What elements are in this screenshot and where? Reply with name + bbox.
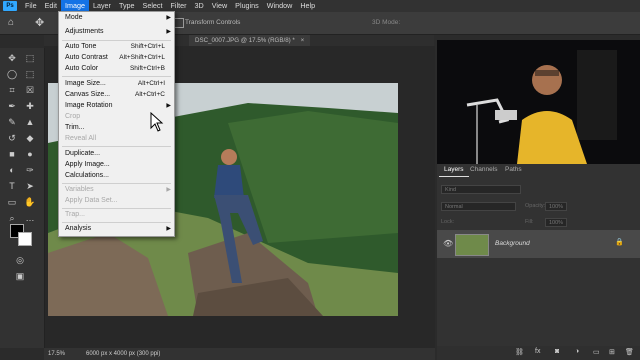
- rectangle-tool-icon[interactable]: ▭: [6, 196, 18, 208]
- photoshop-logo: Ps: [3, 1, 17, 11]
- healing-brush-icon[interactable]: ✚: [24, 100, 36, 112]
- adjustment-layer-icon[interactable]: ◑: [575, 348, 579, 355]
- visibility-eye-icon[interactable]: 👁: [443, 239, 453, 248]
- path-select-icon[interactable]: ➤: [24, 180, 36, 192]
- layers-panel: Layers Channels Paths Kind Normal Opacit…: [437, 164, 640, 360]
- layer-filter-kind[interactable]: Kind: [441, 185, 521, 194]
- lock-icon: 🔒: [615, 239, 624, 246]
- pen-tool-icon[interactable]: ✑: [24, 164, 36, 176]
- link-layers-icon[interactable]: ⛓: [515, 348, 524, 356]
- opacity-input[interactable]: 100%: [545, 202, 567, 211]
- zoom-level[interactable]: 17.5%: [48, 348, 65, 360]
- more-tools-icon[interactable]: …: [24, 212, 36, 224]
- menu-separator: [62, 208, 171, 209]
- fx-icon[interactable]: fx: [535, 348, 540, 355]
- layer-mask-icon[interactable]: ◙: [555, 348, 559, 355]
- menu-item-image-rotation[interactable]: Image Rotation ▶: [59, 101, 174, 112]
- blur-tool-icon[interactable]: ●: [24, 148, 36, 160]
- menu-separator: [62, 222, 171, 223]
- trash-icon[interactable]: 🗑: [625, 348, 634, 356]
- menu-file[interactable]: File: [21, 0, 41, 12]
- crop-tool-icon[interactable]: ⌗: [6, 84, 18, 96]
- menu-item-adjustments[interactable]: Adjustments ▶: [59, 27, 174, 38]
- menu-separator: [62, 146, 171, 147]
- menu-item-trap[interactable]: Trap...: [59, 210, 174, 221]
- menu-plugins[interactable]: Plugins: [231, 0, 263, 12]
- menu-item-auto-tone[interactable]: Auto Tone Shift+Ctrl+L: [59, 42, 174, 53]
- kind-label: Kind: [445, 187, 457, 193]
- menu-item-auto-color[interactable]: Auto Color Shift+Ctrl+B: [59, 64, 174, 75]
- fill-label: Fill:: [525, 219, 534, 225]
- presenter-video: [437, 40, 640, 164]
- menu-window[interactable]: Window: [263, 0, 297, 12]
- menu-separator: [62, 76, 171, 77]
- tab-channels[interactable]: Channels: [465, 164, 502, 176]
- tab-document[interactable]: DSC_0007.JPG @ 17.5% (RGB/8) * ×: [189, 35, 311, 46]
- menu-separator: [62, 40, 171, 41]
- move-tool-icon[interactable]: ✥: [35, 16, 44, 29]
- menu-item-apply-data-set[interactable]: Apply Data Set...: [59, 196, 174, 207]
- home-icon[interactable]: ⌂: [8, 17, 14, 28]
- artboard-tool-icon[interactable]: ⬚: [24, 52, 36, 64]
- menu-item-variables[interactable]: Variables ▶: [59, 185, 174, 196]
- gradient-tool-icon[interactable]: ■: [6, 148, 18, 160]
- menu-item-mode[interactable]: Mode ▶: [59, 13, 174, 24]
- stamp-tool-icon[interactable]: ▲: [24, 116, 36, 128]
- dodge-tool-icon[interactable]: ◐: [6, 164, 18, 176]
- type-tool-icon[interactable]: T: [6, 180, 18, 192]
- tools-panel: ✥ ⬚ ◯ ⬚ ⌗ ☒ ✒ ✚ ✎ ▲ ↺ ◆ ■ ● ◐ ✑ T ➤ ▭ ✋ …: [0, 48, 45, 348]
- frame-tool-icon[interactable]: ☒: [24, 84, 36, 96]
- zoom-tool-icon[interactable]: ⌕: [6, 212, 18, 224]
- menu-item-canvas-size[interactable]: Canvas Size... Alt+Ctrl+C: [59, 90, 174, 101]
- tab-label: DSC_0007.JPG @ 17.5% (RGB/8) *: [195, 37, 295, 44]
- new-layer-icon[interactable]: ⊞: [609, 348, 615, 356]
- mouse-cursor-icon: [150, 112, 164, 132]
- history-brush-icon[interactable]: ↺: [6, 132, 18, 144]
- menu-item-calculations[interactable]: Calculations...: [59, 171, 174, 182]
- lock-label: Lock:: [441, 219, 455, 225]
- menu-view[interactable]: View: [208, 0, 231, 12]
- fill-value: 100%: [549, 220, 564, 226]
- brush-tool-icon[interactable]: ✎: [6, 116, 18, 128]
- menu-item-auto-contrast[interactable]: Auto Contrast Alt+Shift+Ctrl+L: [59, 53, 174, 64]
- quick-mask-icon[interactable]: ◎: [14, 254, 26, 266]
- fill-input[interactable]: 100%: [545, 218, 567, 227]
- menu-separator: [62, 183, 171, 184]
- 3d-mode-label: 3D Mode:: [372, 19, 401, 26]
- status-bar: 17.5% 6000 px x 4000 px (300 ppi): [44, 348, 435, 360]
- tab-paths[interactable]: Paths: [500, 164, 527, 176]
- transform-controls-label: Transform Controls: [185, 19, 241, 26]
- show-transform-checkbox[interactable]: [174, 18, 184, 28]
- layer-row-background[interactable]: 👁 Background 🔒: [437, 230, 640, 258]
- eraser-tool-icon[interactable]: ◆: [24, 132, 36, 144]
- menu-3d[interactable]: 3D: [191, 0, 208, 12]
- close-icon[interactable]: ×: [301, 37, 305, 44]
- menu-help[interactable]: Help: [296, 0, 319, 12]
- opacity-value: 100%: [549, 204, 564, 210]
- menu-item-apply-image[interactable]: Apply Image...: [59, 160, 174, 171]
- layers-footer: ⛓ fx ◙ ◑ ▭ ⊞ 🗑: [437, 346, 640, 360]
- group-folder-icon[interactable]: ▭: [593, 348, 600, 356]
- document-info[interactable]: 6000 px x 4000 px (300 ppi): [86, 348, 160, 360]
- background-color-swatch[interactable]: [18, 232, 32, 246]
- blend-mode-select[interactable]: Normal: [441, 202, 516, 211]
- eyedropper-tool-icon[interactable]: ✒: [6, 100, 18, 112]
- lasso-tool-icon[interactable]: ◯: [6, 68, 18, 80]
- layer-thumbnail: [455, 234, 489, 256]
- blend-mode-value: Normal: [445, 204, 463, 210]
- webcam-overlay: [437, 40, 640, 164]
- screen-mode-icon[interactable]: ▣: [14, 270, 26, 282]
- hand-tool-icon[interactable]: ✋: [24, 196, 36, 208]
- move-tool-icon[interactable]: ✥: [6, 52, 18, 64]
- opacity-label: Opacity:: [525, 203, 546, 209]
- menu-item-analysis[interactable]: Analysis ▶: [59, 224, 174, 235]
- menu-item-duplicate[interactable]: Duplicate...: [59, 149, 174, 160]
- menu-item-reveal-all[interactable]: Reveal All: [59, 134, 174, 145]
- menu-item-image-size[interactable]: Image Size... Alt+Ctrl+I: [59, 79, 174, 90]
- layer-name[interactable]: Background: [495, 240, 530, 247]
- object-select-tool-icon[interactable]: ⬚: [24, 68, 36, 80]
